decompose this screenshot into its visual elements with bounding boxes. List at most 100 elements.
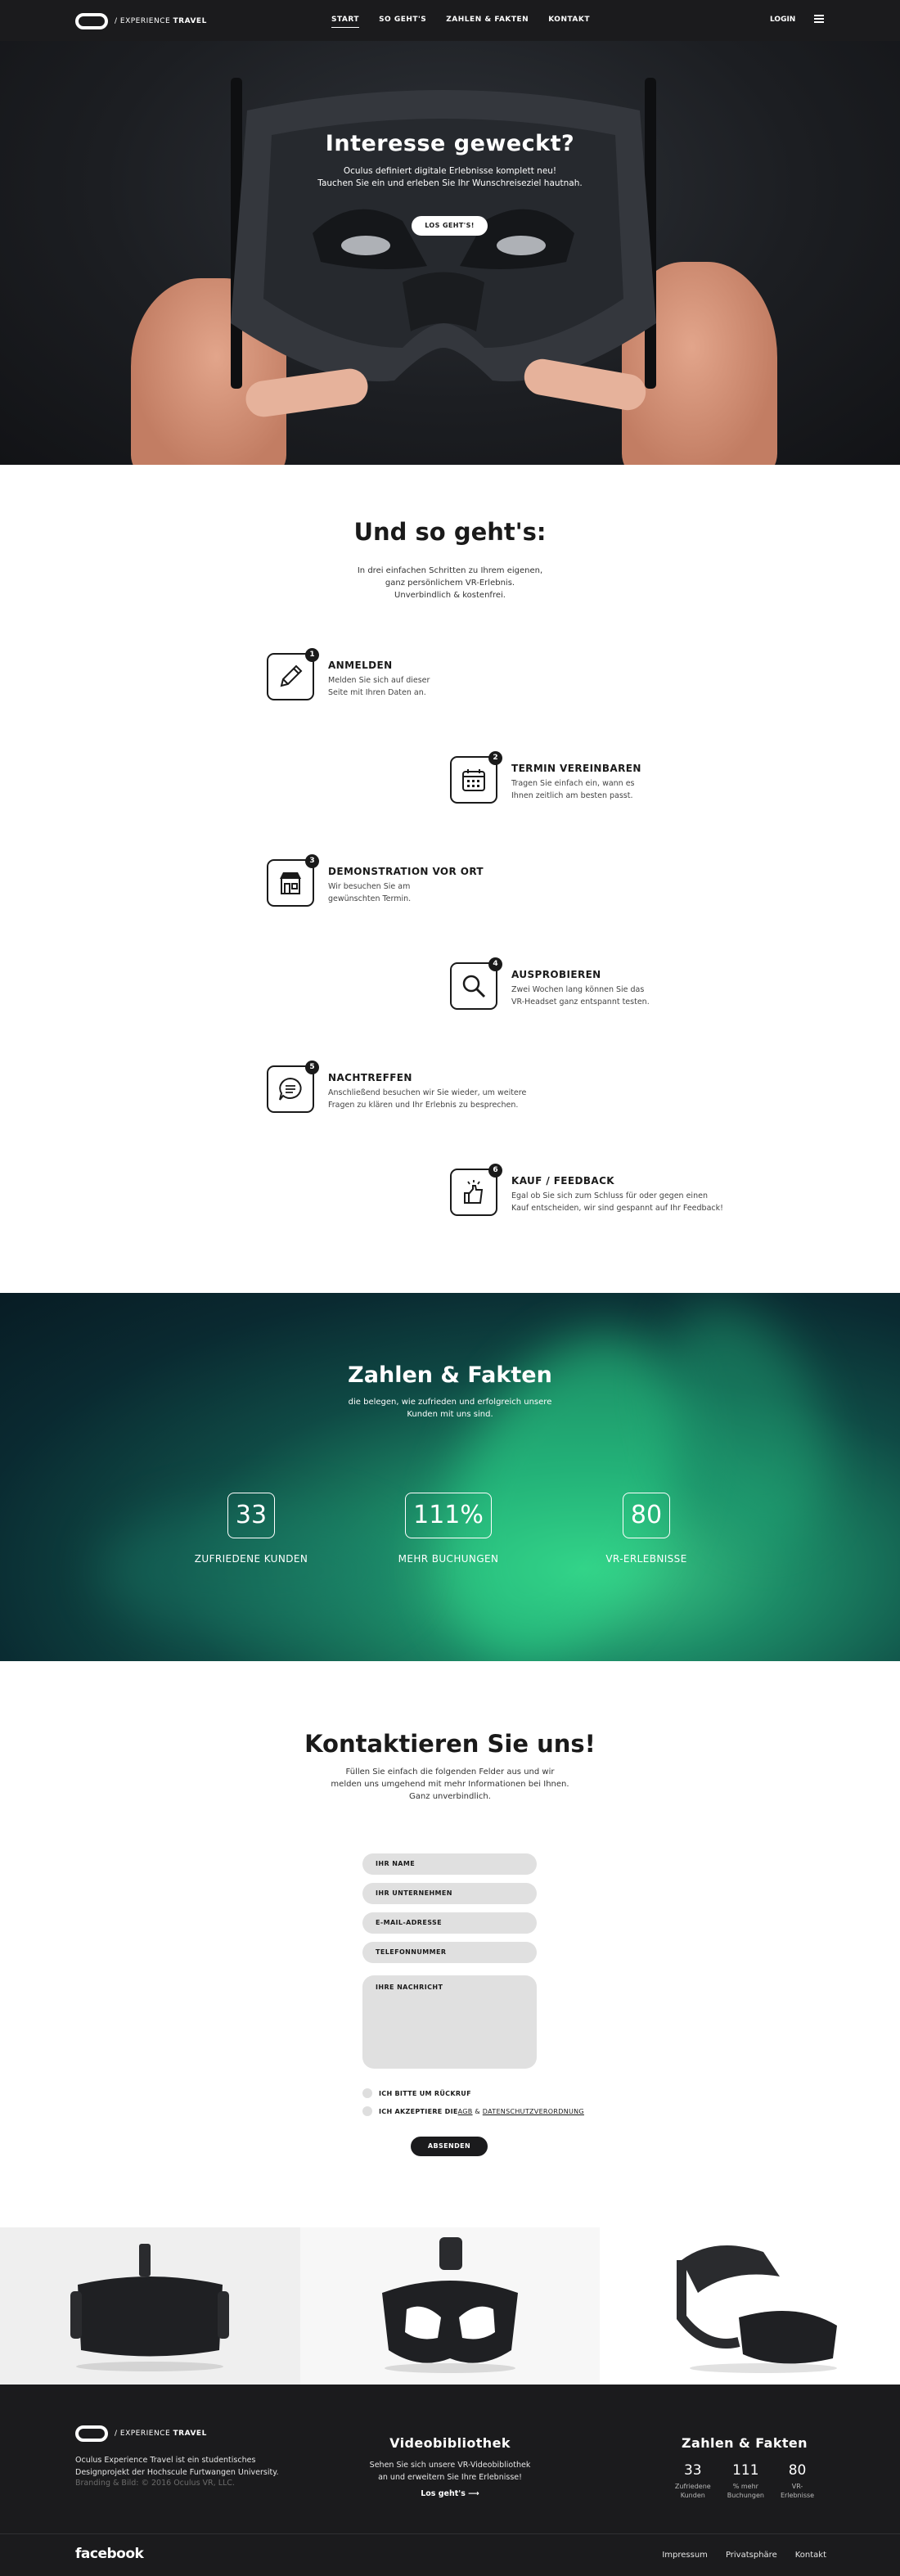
hamburger-menu-icon[interactable] <box>814 15 824 23</box>
footer-logo[interactable]: / EXPERIENCE TRAVEL <box>75 2425 207 2442</box>
step-number: 1 <box>305 648 319 662</box>
footer-videobibliothek: Videobibliothek Sehen Sie sich unsere VR… <box>360 2435 540 2499</box>
terms-checkbox[interactable] <box>362 2106 372 2116</box>
step-number: 3 <box>305 854 319 868</box>
callback-checkbox[interactable] <box>362 2088 372 2098</box>
step-title: NACHTREFFEN <box>328 1072 412 1083</box>
nav-link-kontakt[interactable]: KONTAKT <box>548 16 590 28</box>
nav-link-start[interactable]: START <box>331 16 360 28</box>
steps-title: Und so geht's: <box>353 518 547 546</box>
step-5: 5 NACHTREFFEN Anschließend besuchen wir … <box>267 1061 590 1113</box>
step-title: KAUF / FEEDBACK <box>511 1175 614 1187</box>
callback-checkbox-row: ICH BITTE UM RÜCKRUF <box>362 2088 471 2098</box>
datenschutz-link[interactable]: DATENSCHUTZVERORDNUNG <box>483 2108 584 2115</box>
chat-icon: 5 <box>267 1061 319 1113</box>
footer-zahlen-fakten: Zahlen & Fakten 33 Zufriedene Kunden 111% … <box>671 2435 818 2500</box>
footer-about: Oculus Experience Travel ist ein student… <box>75 2456 279 2477</box>
stat-label: VR-ERLEBNISSE <box>605 1553 687 1565</box>
login-link[interactable]: LOGIN <box>770 16 795 24</box>
zahlen-fakten-section: Zahlen & Fakten die belegen, wie zufried… <box>0 1293 900 1661</box>
oculus-logo-icon <box>75 2425 108 2442</box>
footer: / EXPERIENCE TRAVEL Oculus Experience Tr… <box>0 2385 900 2576</box>
agb-link[interactable]: AGB <box>458 2108 473 2115</box>
callback-label: ICH BITTE UM RÜCKRUF <box>379 2089 471 2097</box>
step-number: 5 <box>305 1061 319 1074</box>
footer-facts-title: Zahlen & Fakten <box>682 2435 808 2451</box>
company-field[interactable]: IHR UNTERNEHMEN <box>362 1883 537 1904</box>
pencil-icon: 1 <box>267 648 319 700</box>
stat-value: 80 <box>622 1493 671 1538</box>
contact-title: Kontaktieren Sie uns! <box>304 1730 596 1758</box>
kontakt-section: Kontaktieren Sie uns! Füllen Sie einfach… <box>0 1661 900 2227</box>
oculus-logo-icon <box>75 13 108 29</box>
step-4: 4 AUSPROBIEREN Zwei Wochen lang können S… <box>450 957 773 1010</box>
terms-checkbox-row: ICH AKZEPTIERE DIE AGB & DATENSCHUTZVERO… <box>362 2106 584 2116</box>
stat-vr-erlebnisse: 80 VR-ERLEBNISSE <box>556 1493 736 1565</box>
stat-zufriedene-kunden: 33 ZUFRIEDENE KUNDEN <box>161 1493 341 1565</box>
facebook-logo[interactable]: facebook <box>75 2546 144 2562</box>
footer-stat: 33 Zufriedene Kunden <box>674 2462 711 2499</box>
contact-subtitle: Füllen Sie einfach die folgenden Felder … <box>331 1768 569 1801</box>
facts-title: Zahlen & Fakten <box>348 1362 552 1388</box>
calendar-icon: 2 <box>450 751 502 804</box>
footer-stat: 80 VR- Erlebnisse <box>780 2462 815 2499</box>
nav-link-zahlen-fakten[interactable]: ZAHLEN & FAKTEN <box>446 16 529 28</box>
footer-logo-text: / EXPERIENCE TRAVEL <box>115 2430 207 2438</box>
stat-value: 33 <box>227 1493 276 1538</box>
step-title: AUSPROBIEREN <box>511 969 601 980</box>
arrow-right-icon: ⟶ <box>468 2489 479 2498</box>
step-title: DEMONSTRATION VOR ORT <box>328 866 484 877</box>
step-6: 6 KAUF / FEEDBACK Egal ob Sie sich zum S… <box>450 1164 773 1216</box>
terms-and-text: & <box>472 2107 483 2115</box>
videobibliothek-link[interactable]: Los geht's ⟶ <box>421 2489 479 2498</box>
absenden-button[interactable]: ABSENDEN <box>411 2137 488 2156</box>
footer-stat: 111% mehr Buchungen <box>727 2462 764 2499</box>
rift-back-image <box>299 2227 601 2385</box>
rift-side-image <box>600 2227 900 2385</box>
stat-value: 111% <box>405 1493 492 1538</box>
step-description: Anschließend besuchen wir Sie wieder, um… <box>328 1088 527 1110</box>
step-description: Zwei Wochen lang können Sie das VR-Headse… <box>511 985 650 1007</box>
step-3: 3 DEMONSTRATION VOR ORT Wir besuchen Sie… <box>267 854 590 907</box>
los-gehts-button[interactable]: LOS GEHT'S! <box>412 216 488 236</box>
facts-subtitle: die belegen, wie zufrieden und erfolgrei… <box>348 1398 552 1419</box>
name-field[interactable]: IHR NAME <box>362 1853 537 1875</box>
logo[interactable]: / EXPERIENCE TRAVEL <box>75 13 207 29</box>
step-description: Egal ob Sie sich zum Schluss für oder ge… <box>511 1191 723 1213</box>
nav-links: START SO GEHT'S ZAHLEN & FAKTEN KONTAKT <box>331 16 590 28</box>
videobibliothek-title: Videobibliothek <box>389 2435 511 2451</box>
thumbs-up-icon: 6 <box>450 1164 502 1216</box>
email-field[interactable]: E-MAIL-ADRESSE <box>362 1912 537 1934</box>
footer-links: Impressum Privatsphäre Kontakt <box>662 2551 826 2560</box>
privatsphaere-link[interactable]: Privatsphäre <box>726 2551 777 2560</box>
step-number: 4 <box>488 957 502 971</box>
hero-section: Interesse geweckt? Oculus definiert digi… <box>0 0 900 465</box>
top-navigation: / EXPERIENCE TRAVEL START SO GEHT'S ZAHL… <box>0 0 900 41</box>
rift-front-image <box>0 2227 300 2385</box>
phone-field[interactable]: TELEFONNUMMER <box>362 1942 537 1963</box>
step-description: Wir besuchen Sie am gewünschten Termin. <box>328 882 412 903</box>
videobibliothek-text: Sehen Sie sich unsere VR-Videobibliothek… <box>369 2461 531 2482</box>
message-textarea[interactable]: IHRE NACHRICHT <box>362 1975 537 2069</box>
hero-subtitle: Oculus definiert digitale Erlebnisse kom… <box>317 166 583 188</box>
magnifier-icon: 4 <box>450 957 502 1010</box>
stat-label: ZUFRIEDENE KUNDEN <box>194 1553 308 1565</box>
step-title: TERMIN VEREINBAREN <box>511 763 641 774</box>
step-1: 1 ANMELDEN Melden Sie sich auf dieser Sei… <box>267 648 590 700</box>
step-description: Melden Sie sich auf dieser Seite mit Ihre… <box>328 676 430 697</box>
kontakt-link[interactable]: Kontakt <box>795 2551 826 2560</box>
nav-link-so-gehts[interactable]: SO GEHT'S <box>379 16 426 28</box>
store-icon: 3 <box>267 854 319 907</box>
steps-subtitle: In drei einfachen Schritten zu Ihrem eig… <box>357 566 543 600</box>
so-gehts-section: Und so geht's: In drei einfachen Schritt… <box>0 465 900 1293</box>
stat-mehr-buchungen: 111% MEHR BUCHUNGEN <box>358 1493 538 1565</box>
terms-label: ICH AKZEPTIERE DIE <box>379 2107 458 2115</box>
step-number: 2 <box>488 751 502 765</box>
impressum-link[interactable]: Impressum <box>662 2551 708 2560</box>
stat-label: MEHR BUCHUNGEN <box>398 1553 499 1565</box>
product-images <box>0 2227 900 2385</box>
step-title: ANMELDEN <box>328 660 393 671</box>
footer-copyright: Branding & Bild: © 2016 Oculus VR, LLC. <box>75 2479 235 2488</box>
vr-headset-image <box>231 78 656 389</box>
step-2: 2 TERMIN VEREINBAREN Tragen Sie einfach … <box>450 751 773 804</box>
